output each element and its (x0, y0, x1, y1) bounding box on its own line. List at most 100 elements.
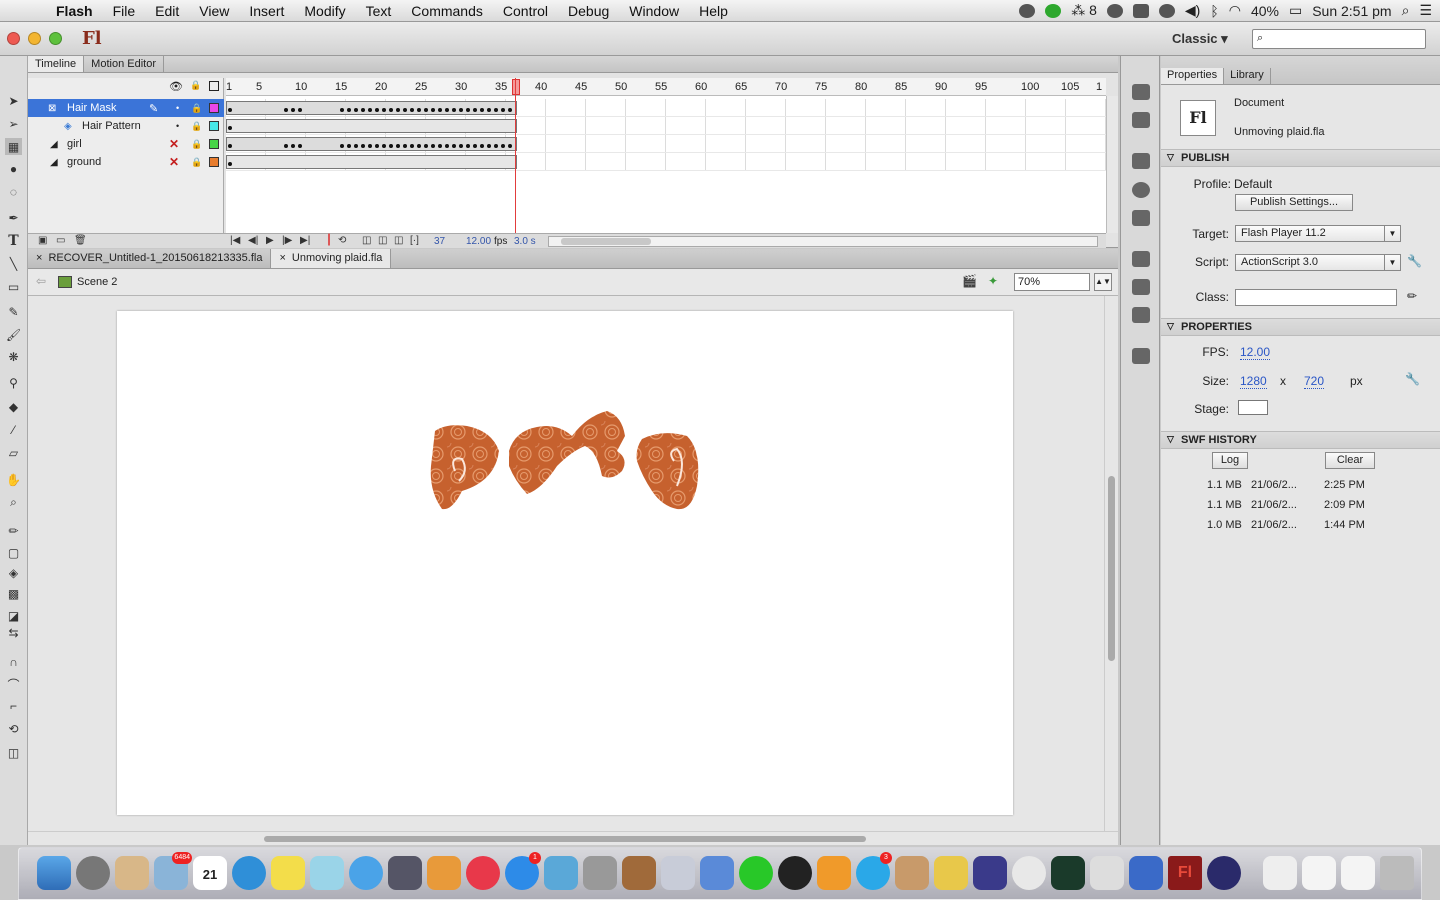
publish-settings-button[interactable]: Publish Settings... (1235, 194, 1353, 211)
current-frame[interactable]: 37 (434, 236, 445, 247)
fill-color-icon[interactable]: ▢ (5, 544, 22, 561)
new-folder-icon[interactable]: ▭ (56, 235, 65, 246)
section-publish[interactable]: PUBLISH (1161, 149, 1440, 167)
trash-icon[interactable] (1380, 856, 1414, 890)
keyframe[interactable] (354, 108, 358, 112)
playhead-handle[interactable] (512, 79, 520, 95)
free-transform-tool-icon[interactable]: ▦ (5, 138, 22, 155)
keyframe[interactable] (298, 108, 302, 112)
info-icon[interactable] (1132, 182, 1150, 198)
keyframe[interactable] (438, 144, 442, 148)
ibooks-icon[interactable] (817, 856, 851, 890)
status-app-icon[interactable] (1045, 3, 1062, 18)
target-select[interactable]: Flash Player 11.2 ▼ (1235, 225, 1401, 242)
menu-commands[interactable]: Commands (401, 3, 493, 19)
back-arrow-icon[interactable]: ⇦ (36, 274, 46, 288)
keyframe[interactable] (473, 108, 477, 112)
line-tool-icon[interactable]: ╲ (5, 255, 22, 272)
audio-app-icon[interactable] (1207, 856, 1241, 890)
hidden-x-icon[interactable]: ✕ (169, 155, 179, 169)
onion-skin-icon[interactable]: ◫ (362, 235, 371, 246)
keyframe[interactable] (382, 144, 386, 148)
keyframe[interactable] (389, 144, 393, 148)
components-icon[interactable] (1132, 279, 1150, 295)
swatches-icon[interactable] (1132, 112, 1150, 128)
system-preferences-icon[interactable] (583, 856, 617, 890)
elapsed-time[interactable]: 3.0 s (514, 236, 536, 247)
layer-row-ground[interactable]: ◢ ground ✕ 🔒 (28, 153, 224, 171)
frame-span[interactable] (226, 119, 517, 133)
wrench-icon[interactable]: 🔧 (1407, 254, 1422, 268)
keyframe[interactable] (445, 108, 449, 112)
close-tab-icon[interactable]: × (36, 252, 42, 264)
zoom-input[interactable]: 70% (1014, 273, 1090, 291)
keyframe[interactable] (228, 162, 232, 166)
tab-library[interactable]: Library (1224, 68, 1271, 84)
step-back-icon[interactable]: ◀| (248, 235, 258, 246)
keyframe[interactable] (466, 108, 470, 112)
frame-row-girl[interactable] (226, 135, 1106, 153)
keyframe[interactable] (347, 144, 351, 148)
eye-icon[interactable]: 👁 (169, 80, 183, 93)
black-white-icon[interactable]: ◪ (5, 607, 22, 624)
tab-timeline[interactable]: Timeline (28, 56, 85, 72)
safari-icon[interactable] (232, 856, 266, 890)
stage-horizontal-scrollbar[interactable] (28, 831, 1118, 845)
eraser-tool-icon[interactable]: ▱ (5, 444, 22, 461)
edit-class-pencil-icon[interactable]: ✏ (1407, 289, 1417, 303)
step-forward-icon[interactable]: |▶ (282, 235, 292, 246)
brush-tool-icon[interactable]: 🖌 (5, 326, 22, 343)
notification-center-icon[interactable]: ☰ (1419, 2, 1432, 19)
keyframe[interactable] (340, 144, 344, 148)
hidden-x-icon[interactable]: ✕ (169, 137, 179, 151)
keyframe[interactable] (459, 144, 463, 148)
code-snippets-icon[interactable] (1132, 251, 1150, 267)
imovie-icon[interactable] (973, 856, 1007, 890)
delete-layer-icon[interactable]: 🗑 (74, 235, 87, 246)
subselection-tool-icon[interactable]: ➢ (5, 115, 22, 132)
layer-row-girl[interactable]: ◢ girl ✕ 🔒 (28, 135, 224, 153)
keyframe[interactable] (431, 108, 435, 112)
edit-multiple-frames-icon[interactable]: ◫ (394, 235, 403, 246)
hair-artwork[interactable] (430, 411, 699, 510)
creative-cloud-icon[interactable] (1019, 3, 1036, 18)
output-icon[interactable] (1132, 348, 1150, 364)
keyframe[interactable] (291, 108, 295, 112)
keyframe[interactable] (375, 144, 379, 148)
skype-icon[interactable]: 3 (856, 852, 892, 890)
menu-view[interactable]: View (189, 3, 239, 19)
keyframe[interactable] (459, 108, 463, 112)
outline-all-icon[interactable] (209, 81, 219, 91)
messages-icon[interactable] (349, 856, 383, 890)
swap-colors-icon[interactable]: ⇆ (5, 624, 22, 641)
snap-magnet-icon[interactable]: ∩ (5, 653, 22, 670)
no-color-icon[interactable]: ▩ (5, 585, 22, 602)
straighten-icon[interactable]: ⌐ (5, 697, 22, 714)
notes-app-icon[interactable] (934, 856, 968, 890)
keyframe[interactable] (340, 108, 344, 112)
keyframe[interactable] (368, 144, 372, 148)
close-tab-icon[interactable]: × (279, 252, 285, 264)
flash-app-icon[interactable]: Fl (1168, 856, 1202, 890)
minimize-window-button[interactable] (28, 32, 41, 45)
deco-tool-icon[interactable]: ❋ (5, 348, 22, 365)
stage-vertical-scrollbar[interactable] (1104, 296, 1118, 831)
window-icon[interactable] (1132, 3, 1149, 18)
frame-row-hair-mask[interactable] (226, 99, 1106, 117)
keyframe[interactable] (431, 144, 435, 148)
zoom-dropdown-button[interactable]: ▲▼ (1094, 273, 1112, 291)
garageband-icon[interactable] (622, 856, 656, 890)
dropzone-icon[interactable] (700, 856, 734, 890)
stickies-icon[interactable] (271, 856, 305, 890)
selection-tool-icon[interactable]: ➤ (5, 92, 22, 109)
keyframe[interactable] (298, 144, 302, 148)
clock[interactable]: Sun 2:51 pm (1312, 3, 1391, 19)
menu-modify[interactable]: Modify (294, 3, 355, 19)
lock-icon[interactable]: 🔒 (191, 139, 202, 150)
motion-presets-icon[interactable] (1132, 84, 1150, 100)
keyframe[interactable] (361, 144, 365, 148)
keyframe[interactable] (494, 108, 498, 112)
scroll-thumb[interactable] (1108, 476, 1115, 661)
keyframe[interactable] (508, 144, 512, 148)
rotate-skew-icon[interactable]: ⟲ (5, 720, 22, 737)
